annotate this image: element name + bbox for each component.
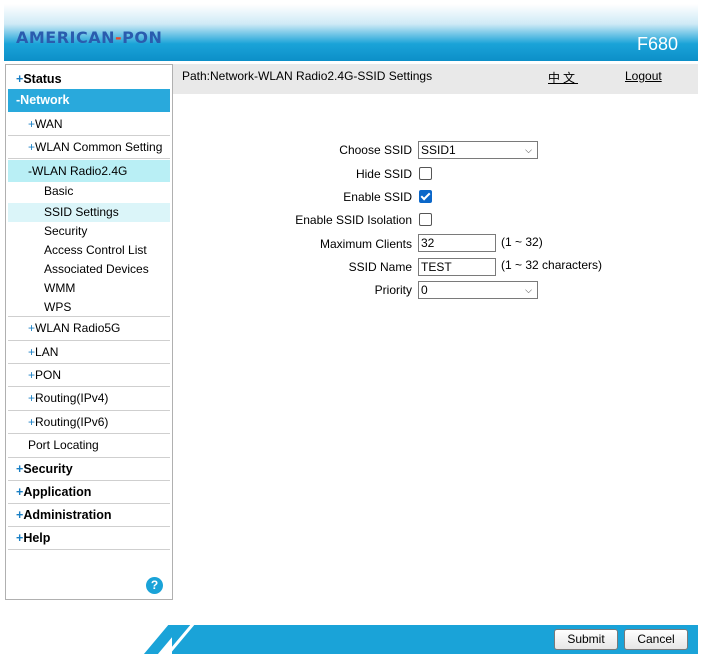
choose-ssid-label: Choose SSID: [339, 143, 412, 157]
chevron-down-icon: ⌵: [525, 285, 532, 295]
sidebar-item-label: Access Control List: [44, 243, 147, 257]
sidebar-nav: +Status -Network +WAN +WLAN Common Setti…: [5, 64, 173, 600]
expand-plus-icon: +: [28, 345, 36, 359]
router-admin-page: AMERICAN-PON F680 +Status -Network +WAN …: [4, 4, 698, 654]
sidebar-item-label: Associated Devices: [44, 262, 149, 276]
divider: [8, 549, 170, 550]
choose-ssid-select[interactable]: SSID1 ⌵: [418, 141, 538, 159]
sidebar-item-label: WLAN Common Setting: [35, 140, 163, 154]
sidebar-item-wmm[interactable]: WMM: [8, 279, 170, 298]
sidebar-item-label: Routing(IPv6): [35, 415, 109, 429]
sidebar-item-network[interactable]: -Network: [8, 89, 170, 112]
sidebar-item-label: Basic: [44, 184, 74, 198]
chevron-down-icon: ⌵: [525, 145, 532, 155]
sidebar-item-label: WPS: [44, 300, 72, 314]
expand-plus-icon: +: [28, 368, 36, 382]
ssid-name-label: SSID Name: [348, 260, 412, 274]
breadcrumb: Path:Network-WLAN Radio2.4G-SSID Setting…: [182, 69, 433, 83]
sidebar-item-label: Help: [23, 531, 51, 545]
expand-plus-icon: +: [28, 321, 36, 335]
divider: [8, 135, 170, 136]
sidebar-item-routing-ipv6[interactable]: +Routing(IPv6): [8, 412, 170, 433]
divider: [8, 340, 170, 341]
logout-link[interactable]: Logout: [625, 69, 662, 83]
hide-ssid-checkbox[interactable]: [419, 167, 432, 180]
submit-button[interactable]: Submit: [554, 629, 618, 650]
sidebar-item-label: -Network: [16, 93, 70, 107]
sidebar-item-ssid-settings[interactable]: SSID Settings: [8, 203, 170, 222]
expand-plus-icon: +: [28, 391, 36, 405]
sidebar-item-label: Application: [23, 485, 92, 499]
sidebar-item-status[interactable]: +Status: [8, 69, 170, 89]
sidebar-item-label: PON: [35, 368, 62, 382]
cancel-button[interactable]: Cancel: [624, 629, 688, 650]
priority-select[interactable]: 0 ⌵: [418, 281, 538, 299]
logo-text-pon: PON: [122, 28, 163, 47]
sidebar-item-label: Administration: [23, 508, 112, 522]
divider: [8, 457, 170, 458]
sidebar-item-application[interactable]: +Application: [8, 482, 170, 503]
priority-value: 0: [421, 283, 428, 297]
maximum-clients-label: Maximum Clients: [319, 237, 412, 251]
enable-ssid-checkbox[interactable]: [419, 190, 432, 203]
sidebar-item-label: Security: [23, 462, 73, 476]
sidebar-item-label: Security: [44, 224, 88, 238]
sidebar-item-label: WLAN Radio5G: [35, 321, 121, 335]
sidebar-item-label: Port Locating: [28, 438, 99, 452]
logo-text-american: AMERICAN: [16, 28, 116, 47]
sidebar-item-port-locating[interactable]: Port Locating: [8, 435, 170, 456]
expand-plus-icon: +: [28, 415, 36, 429]
sidebar-item-access-control-list[interactable]: Access Control List: [8, 241, 170, 260]
sidebar-item-label: Routing(IPv4): [35, 391, 109, 405]
sidebar-item-security-leaf[interactable]: Security: [8, 222, 170, 241]
divider: [8, 526, 170, 527]
divider: [8, 410, 170, 411]
sidebar-item-basic[interactable]: Basic: [8, 182, 170, 201]
expand-plus-icon: +: [28, 140, 36, 154]
divider: [8, 363, 170, 364]
expand-plus-icon: +: [28, 117, 36, 131]
divider: [8, 480, 170, 481]
sidebar-item-label: -WLAN Radio2.4G: [28, 164, 128, 178]
divider: [8, 158, 170, 159]
sidebar-item-label: Status: [23, 72, 62, 86]
sidebar-item-label: WAN: [35, 117, 63, 131]
header-banner: AMERICAN-PON F680: [4, 4, 698, 61]
hide-ssid-label: Hide SSID: [355, 167, 412, 181]
breadcrumb-bar: Path:Network-WLAN Radio2.4G-SSID Setting…: [173, 64, 698, 94]
sidebar-item-routing-ipv4[interactable]: +Routing(IPv4): [8, 388, 170, 409]
help-icon[interactable]: ?: [146, 577, 163, 594]
language-link[interactable]: 中文: [548, 69, 578, 86]
sidebar-item-label: LAN: [35, 345, 59, 359]
priority-label: Priority: [374, 283, 412, 297]
sidebar-item-security[interactable]: +Security: [8, 459, 170, 480]
sidebar-item-pon[interactable]: +PON: [8, 365, 170, 386]
choose-ssid-value: SSID1: [421, 143, 456, 157]
divider: [8, 316, 170, 317]
sidebar-item-wlan-radio5g[interactable]: +WLAN Radio5G: [8, 318, 170, 339]
divider: [8, 386, 170, 387]
ssid-isolation-checkbox[interactable]: [419, 213, 432, 226]
sidebar-item-associated-devices[interactable]: Associated Devices: [8, 260, 170, 279]
ssid-isolation-label: Enable SSID Isolation: [295, 213, 412, 227]
device-model: F680: [636, 34, 678, 54]
divider: [8, 503, 170, 504]
enable-ssid-label: Enable SSID: [343, 190, 412, 204]
brand-logo: AMERICAN-PON: [16, 28, 162, 47]
maximum-clients-hint: (1 ~ 32): [501, 235, 543, 249]
ssid-name-hint: (1 ~ 32 characters): [501, 258, 603, 272]
ssid-name-input[interactable]: TEST: [418, 258, 496, 276]
sidebar-item-help[interactable]: +Help: [8, 528, 170, 549]
divider: [8, 433, 170, 434]
sidebar-item-label: WMM: [44, 281, 76, 295]
sidebar-item-wlan-radio24[interactable]: -WLAN Radio2.4G: [8, 160, 170, 182]
sidebar-item-wps[interactable]: WPS: [8, 298, 170, 317]
sidebar-item-label: SSID Settings: [44, 205, 119, 219]
sidebar-item-administration[interactable]: +Administration: [8, 505, 170, 526]
maximum-clients-input[interactable]: 32: [418, 234, 496, 252]
sidebar-item-wan[interactable]: +WAN: [8, 114, 170, 134]
sidebar-item-lan[interactable]: +LAN: [8, 342, 170, 363]
sidebar-item-wlan-common[interactable]: +WLAN Common Setting: [8, 137, 170, 157]
